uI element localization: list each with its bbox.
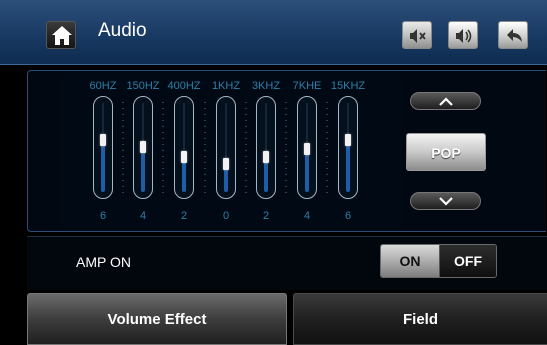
eq-band-slider[interactable] (93, 96, 113, 199)
eq-gain-value: 2 (262, 210, 270, 222)
eq-slider-thumb[interactable] (263, 151, 269, 163)
eq-gain-value: 0 (222, 210, 230, 222)
eq-slider-fill (101, 140, 105, 192)
speaker-mute-icon (410, 29, 426, 43)
back-arrow-icon (507, 29, 522, 42)
preset-up-button[interactable] (410, 92, 481, 110)
eq-scale-ticks (326, 102, 328, 193)
eq-scale-ticks (122, 102, 124, 193)
home-icon (52, 26, 72, 45)
eq-preset-button[interactable]: POP (406, 133, 486, 171)
eq-band-slider[interactable] (338, 96, 358, 199)
eq-slider-thumb[interactable] (304, 143, 310, 155)
amp-label: AMP ON (76, 254, 131, 270)
eq-slider-fill (141, 147, 145, 192)
volume-button[interactable] (448, 21, 478, 49)
eq-band-label: 15KHZ (330, 80, 366, 92)
eq-slider-fill (346, 140, 350, 192)
amp-off-button[interactable]: OFF (439, 245, 496, 277)
chevron-up-icon (439, 97, 453, 106)
eq-band-slider[interactable] (256, 96, 276, 199)
tab-field[interactable]: Field (293, 293, 547, 345)
eq-gain-value: 6 (344, 210, 352, 222)
eq-band-slider[interactable] (216, 96, 236, 199)
home-button[interactable] (46, 21, 76, 49)
amp-on-button[interactable]: ON (381, 245, 439, 277)
page-title: Audio (98, 20, 147, 41)
back-button[interactable] (498, 21, 528, 49)
eq-slider-thumb[interactable] (223, 158, 229, 170)
eq-gain-value: 4 (139, 210, 147, 222)
mute-button[interactable] (402, 21, 432, 49)
audio-settings-screen: Audio 60HZ 6 150HZ 4 400HZ 2 1KHZ 0 3KHZ 2 7KHE 4 15… (0, 0, 547, 345)
eq-band-slider[interactable] (133, 96, 153, 199)
eq-scale-ticks (162, 102, 164, 193)
header-bar: Audio (0, 0, 547, 65)
preset-down-button[interactable] (410, 192, 481, 210)
eq-slider-fill (305, 149, 309, 192)
eq-slider-thumb[interactable] (181, 151, 187, 163)
speaker-volume-icon (456, 29, 472, 43)
eq-band-slider[interactable] (297, 96, 317, 199)
tab-volume-effect[interactable]: Volume Effect (27, 293, 287, 345)
amp-toggle: ON OFF (380, 244, 497, 278)
chevron-down-icon (439, 197, 453, 206)
eq-gain-value: 2 (180, 210, 188, 222)
eq-slider-thumb[interactable] (345, 134, 351, 146)
eq-slider-thumb[interactable] (140, 141, 146, 153)
eq-scale-ticks (245, 102, 247, 193)
eq-slider-thumb[interactable] (100, 134, 106, 146)
eq-scale-ticks (204, 102, 206, 193)
eq-gain-value: 6 (99, 210, 107, 222)
eq-band-slider[interactable] (174, 96, 194, 199)
eq-gain-value: 4 (303, 210, 311, 222)
eq-scale-ticks (285, 102, 287, 193)
